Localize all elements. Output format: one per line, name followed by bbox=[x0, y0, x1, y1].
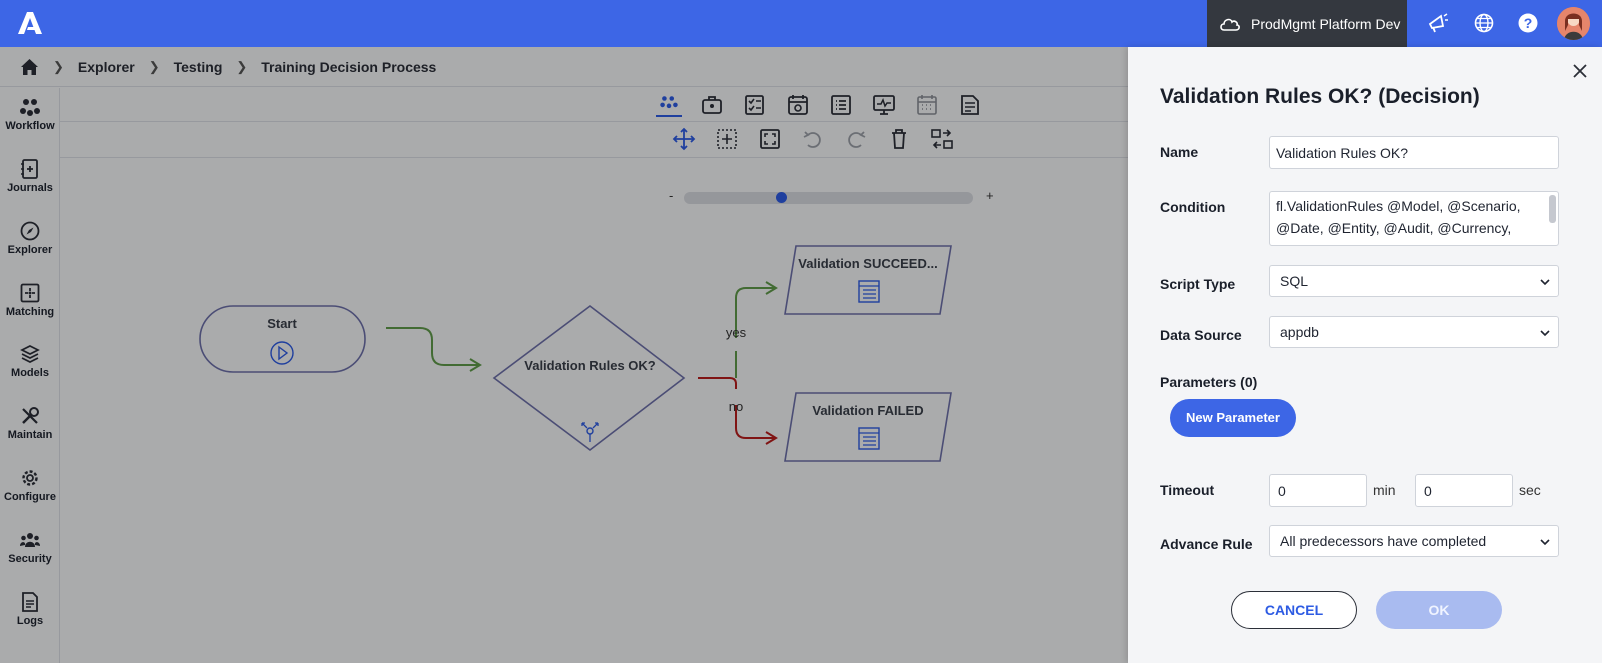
help-icon[interactable]: ? bbox=[1517, 12, 1539, 34]
data-source-select[interactable]: appdb bbox=[1269, 316, 1559, 348]
cancel-button[interactable]: CANCEL bbox=[1231, 591, 1357, 629]
condition-scrollbar[interactable] bbox=[1549, 195, 1556, 223]
globe-icon[interactable] bbox=[1473, 12, 1495, 34]
name-field[interactable]: Validation Rules OK? bbox=[1269, 136, 1559, 169]
close-icon[interactable] bbox=[1570, 61, 1590, 81]
chevron-down-icon bbox=[1540, 279, 1550, 286]
brand-logo-icon[interactable] bbox=[16, 10, 44, 36]
timeout-seconds-field[interactable]: 0 bbox=[1415, 474, 1513, 507]
timeout-minutes-field[interactable]: 0 bbox=[1269, 474, 1367, 507]
user-avatar[interactable] bbox=[1557, 7, 1590, 40]
advance-rule-select[interactable]: All predecessors have completed bbox=[1269, 525, 1559, 557]
top-bar: ProdMgmt Platform Dev ? bbox=[0, 0, 1602, 47]
data-source-label: Data Source bbox=[1160, 327, 1242, 343]
condition-line: @Date, @Entity, @Audit, @Currency, bbox=[1276, 220, 1512, 236]
modal-backdrop[interactable] bbox=[0, 47, 1128, 663]
environment-selector[interactable]: ProdMgmt Platform Dev bbox=[1207, 0, 1407, 47]
environment-label: ProdMgmt Platform Dev bbox=[1251, 15, 1401, 32]
avatar-image bbox=[1557, 7, 1590, 40]
timeout-seconds-unit: sec bbox=[1519, 482, 1541, 498]
condition-label: Condition bbox=[1160, 199, 1226, 215]
decision-properties-panel: Validation Rules OK? (Decision) Name Val… bbox=[1128, 47, 1602, 663]
condition-line: fl.ValidationRules @Model, @Scenario, bbox=[1276, 198, 1521, 214]
new-parameter-button[interactable]: New Parameter bbox=[1170, 399, 1296, 437]
timeout-minutes-unit: min bbox=[1373, 482, 1396, 498]
script-type-label: Script Type bbox=[1160, 276, 1236, 292]
script-type-value: SQL bbox=[1280, 273, 1309, 289]
chevron-down-icon bbox=[1540, 539, 1550, 546]
cloud-icon bbox=[1220, 18, 1240, 31]
svg-text:?: ? bbox=[1524, 15, 1533, 31]
name-label: Name bbox=[1160, 144, 1199, 160]
advance-rule-label: Advance Rule bbox=[1160, 536, 1253, 552]
data-source-value: appdb bbox=[1280, 324, 1319, 340]
script-type-select[interactable]: SQL bbox=[1269, 265, 1559, 297]
ok-button[interactable]: OK bbox=[1376, 591, 1502, 629]
condition-field[interactable]: fl.ValidationRules @Model, @Scenario, @D… bbox=[1269, 191, 1559, 246]
parameters-label: Parameters (0) bbox=[1160, 374, 1258, 390]
panel-title: Validation Rules OK? (Decision) bbox=[1160, 85, 1480, 108]
megaphone-icon[interactable] bbox=[1427, 12, 1449, 34]
timeout-label: Timeout bbox=[1160, 482, 1215, 498]
advance-rule-value: All predecessors have completed bbox=[1280, 533, 1487, 549]
chevron-down-icon bbox=[1540, 330, 1550, 337]
